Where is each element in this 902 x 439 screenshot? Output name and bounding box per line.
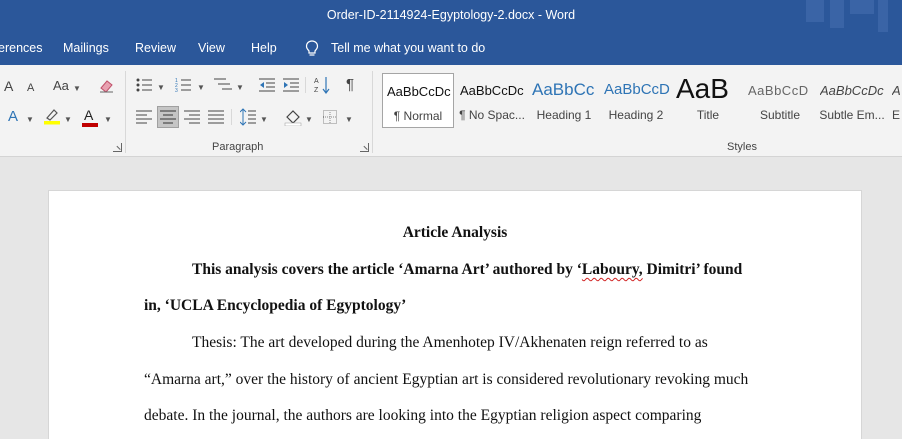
text-run: Dimitri’ found bbox=[642, 261, 743, 278]
style-sample: AaB bbox=[676, 73, 729, 104]
font-color-swatch bbox=[82, 123, 98, 127]
style-emphasis[interactable]: A E bbox=[888, 73, 902, 128]
chevron-down-icon[interactable]: ▼ bbox=[197, 83, 205, 92]
style-label: Subtitle bbox=[759, 108, 801, 122]
clear-formatting-icon[interactable] bbox=[98, 78, 115, 94]
window-title: Order-ID-2114924-Egyptology-2.docx - Wor… bbox=[326, 8, 576, 22]
text-effects-icon[interactable]: A bbox=[8, 109, 18, 125]
chevron-down-icon[interactable]: ▼ bbox=[64, 115, 72, 124]
show-formatting-marks-icon[interactable]: ¶ bbox=[346, 77, 354, 93]
line-spacing-icon[interactable] bbox=[240, 108, 256, 126]
style-title[interactable]: AaB Title bbox=[672, 73, 744, 128]
style-sample: AaBbCcD bbox=[604, 81, 670, 98]
ribbon-tabs: erences Mailings Review View Help Tell m… bbox=[0, 33, 902, 65]
style-sample: A bbox=[892, 83, 901, 98]
tab-review[interactable]: Review bbox=[135, 41, 176, 55]
divider bbox=[231, 109, 232, 125]
styles-group-label: Styles bbox=[727, 141, 757, 153]
justify-icon[interactable] bbox=[208, 110, 224, 124]
style-subtle-emphasis[interactable]: AaBbCcDc Subtle Em... bbox=[816, 73, 888, 128]
style-sample: AaBbCcDc bbox=[460, 83, 524, 98]
group-divider bbox=[372, 71, 373, 153]
document-bold-line: This analysis covers the article ‘Amarna… bbox=[144, 261, 742, 279]
increase-indent-icon[interactable] bbox=[283, 77, 299, 93]
spelling-error-word[interactable]: Laboury, bbox=[582, 261, 643, 278]
document-bold-line: in, ‘UCLA Encyclopedia of Egyptology’ bbox=[144, 297, 407, 314]
change-case-icon[interactable]: Aa bbox=[53, 78, 69, 94]
chevron-down-icon[interactable]: ▼ bbox=[104, 115, 112, 124]
font-dialog-launcher-icon[interactable] bbox=[113, 143, 122, 152]
style-label: ¶ Normal bbox=[393, 109, 443, 123]
chevron-down-icon[interactable]: ▼ bbox=[236, 83, 244, 92]
title-bar: Order-ID-2114924-Egyptology-2.docx - Wor… bbox=[0, 0, 902, 33]
document-body-line: debate. In the journal, the authors are … bbox=[144, 407, 702, 424]
chevron-down-icon[interactable]: ▼ bbox=[26, 115, 34, 124]
bullets-icon[interactable] bbox=[136, 78, 152, 92]
style-no-spacing[interactable]: AaBbCcDc ¶ No Spac... bbox=[456, 73, 528, 128]
tab-view[interactable]: View bbox=[198, 41, 225, 55]
divider bbox=[305, 77, 306, 93]
borders-icon[interactable] bbox=[323, 110, 337, 124]
style-heading-2[interactable]: AaBbCcD Heading 2 bbox=[600, 73, 672, 128]
tab-help[interactable]: Help bbox=[251, 41, 277, 55]
style-sample: AaBbCc bbox=[532, 80, 595, 99]
highlight-icon[interactable] bbox=[43, 107, 61, 125]
svg-text:3: 3 bbox=[175, 88, 178, 93]
document-page[interactable]: Article Analysis This analysis covers th… bbox=[48, 190, 862, 439]
chevron-down-icon[interactable]: ▼ bbox=[73, 84, 81, 93]
shading-icon[interactable] bbox=[284, 108, 302, 126]
grow-font-icon[interactable]: A bbox=[4, 78, 13, 94]
align-center-icon bbox=[160, 110, 176, 124]
tell-me-search[interactable]: Tell me what you want to do bbox=[331, 41, 485, 55]
paragraph-group-label: Paragraph bbox=[212, 141, 264, 153]
style-sample: AaBbCcDc bbox=[387, 84, 451, 99]
lightbulb-icon[interactable] bbox=[305, 40, 319, 57]
chevron-down-icon[interactable]: ▼ bbox=[345, 115, 353, 124]
style-label: E bbox=[892, 108, 901, 122]
tab-references[interactable]: erences bbox=[0, 41, 42, 55]
paragraph-dialog-launcher-icon[interactable] bbox=[360, 143, 369, 152]
document-body-line: “Amarna art,” over the history of ancien… bbox=[144, 371, 749, 388]
style-label: ¶ No Spac... bbox=[459, 108, 525, 122]
align-left-icon[interactable] bbox=[136, 110, 152, 124]
text-run: This analysis covers the article ‘Amarna… bbox=[192, 261, 582, 278]
style-heading-1[interactable]: AaBbCc Heading 1 bbox=[528, 73, 600, 128]
align-center-button[interactable] bbox=[157, 106, 179, 128]
decrease-indent-icon[interactable] bbox=[259, 77, 275, 93]
shrink-font-icon[interactable]: A bbox=[27, 80, 34, 96]
ribbon: A A Aa ▼ A ▼ ▼ A ▼ ▼ 1 2 3 ▼ ▼ A Z ¶ ▼ ▼… bbox=[0, 65, 902, 157]
numbering-icon[interactable]: 1 2 3 bbox=[175, 77, 191, 93]
svg-text:Z: Z bbox=[314, 87, 319, 94]
style-subtitle[interactable]: AaBbCcD Subtitle bbox=[744, 73, 816, 128]
chevron-down-icon[interactable]: ▼ bbox=[157, 83, 165, 92]
document-heading: Article Analysis bbox=[402, 224, 508, 241]
document-body-line: Thesis: The art developed during the Ame… bbox=[192, 334, 708, 351]
style-label: Heading 2 bbox=[608, 108, 664, 122]
style-label: Title bbox=[696, 108, 720, 122]
style-sample: AaBbCcDc bbox=[820, 83, 884, 98]
multilevel-list-icon[interactable] bbox=[214, 77, 232, 93]
style-label: Heading 1 bbox=[536, 108, 592, 122]
group-divider bbox=[125, 71, 126, 153]
chevron-down-icon[interactable]: ▼ bbox=[260, 115, 268, 124]
svg-text:A: A bbox=[314, 78, 319, 85]
tab-mailings[interactable]: Mailings bbox=[63, 41, 109, 55]
style-sample: AaBbCcD bbox=[748, 83, 809, 98]
style-normal[interactable]: AaBbCcDc ¶ Normal bbox=[382, 73, 454, 128]
align-right-icon[interactable] bbox=[184, 110, 200, 124]
font-color-icon[interactable]: A bbox=[84, 107, 93, 123]
sort-icon[interactable]: A Z bbox=[314, 76, 330, 94]
chevron-down-icon[interactable]: ▼ bbox=[305, 115, 313, 124]
style-label: Subtle Em... bbox=[819, 108, 885, 122]
